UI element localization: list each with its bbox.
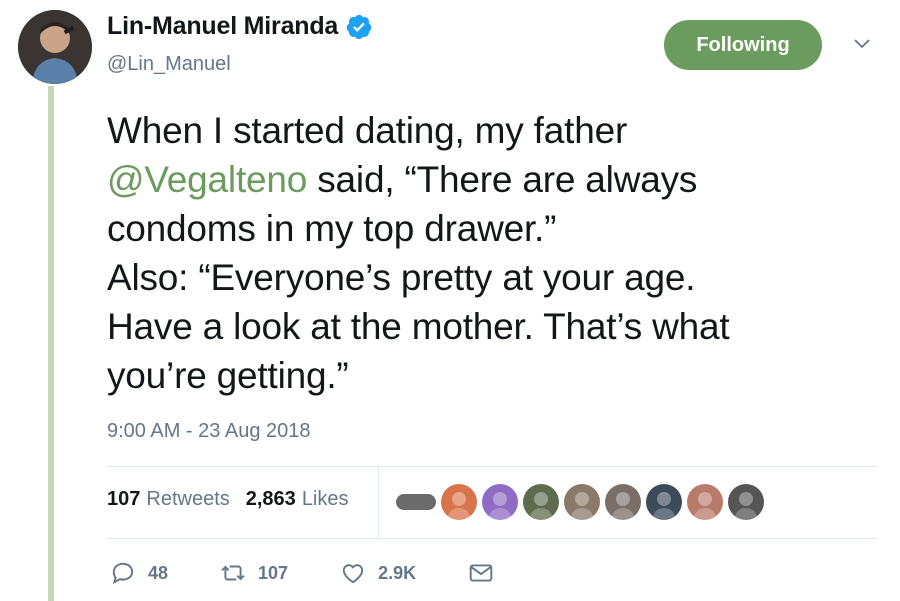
author-handle[interactable]: @Lin_Manuel [107,53,231,76]
tweet-line: you’re getting.” [107,355,349,396]
tweet-text: When I started dating, my father @Vegalt… [107,106,877,400]
liker-avatar[interactable] [605,484,641,520]
heart-icon [342,564,364,584]
engagement-stats: 107 Retweets 2,863 Likes [107,488,349,511]
stats-separator [378,467,379,538]
mention-link[interactable]: @Vegalteno [107,159,307,200]
tweet-line: said, “There are always [307,159,698,200]
direct-message-button[interactable] [468,560,494,586]
user-avatar-icon [18,10,92,84]
tweet-line: Have a look at the mother. That’s what [107,306,730,347]
liker-avatar[interactable] [687,484,723,520]
liker-avatar[interactable] [523,484,559,520]
divider [107,466,877,467]
liker-avatar[interactable] [728,484,764,520]
author-display-name[interactable]: Lin-Manuel Miranda [107,12,338,41]
likes-label[interactable]: Likes [302,488,349,511]
chevron-down-icon[interactable] [852,34,872,54]
envelope-icon [469,564,493,582]
liker-avatar[interactable] [646,484,682,520]
reply-count: 48 [148,562,169,583]
tweet-timestamp[interactable]: 9:00 AM - 23 Aug 2018 [107,420,311,443]
liker-avatar[interactable] [564,484,600,520]
tweet-actions: 48 107 2.9K [110,560,546,586]
liker-avatar[interactable] [396,494,436,510]
like-button[interactable]: 2.9K [340,560,416,586]
tweet-line: When I started dating, my father [107,110,628,151]
retweet-button[interactable]: 107 [220,560,288,586]
likes-count[interactable]: 2,863 [246,488,296,511]
likers-avatars [396,484,769,520]
reply-icon [112,562,134,585]
reply-button[interactable]: 48 [110,560,168,586]
retweet-icon [221,565,245,581]
author-avatar[interactable] [18,10,92,84]
tweet-line: condoms in my top drawer.” [107,208,557,249]
following-button[interactable]: Following [664,20,822,70]
retweet-count: 107 [258,562,289,583]
verified-badge-icon [345,13,373,41]
liker-avatar[interactable] [482,484,518,520]
divider [107,538,877,539]
tweet-line: Also: “Everyone’s pretty at your age. [107,257,696,298]
retweets-count[interactable]: 107 [107,488,140,511]
like-count: 2.9K [378,562,417,583]
liker-avatar[interactable] [441,484,477,520]
retweets-label[interactable]: Retweets [146,488,229,511]
thread-line [48,86,54,601]
